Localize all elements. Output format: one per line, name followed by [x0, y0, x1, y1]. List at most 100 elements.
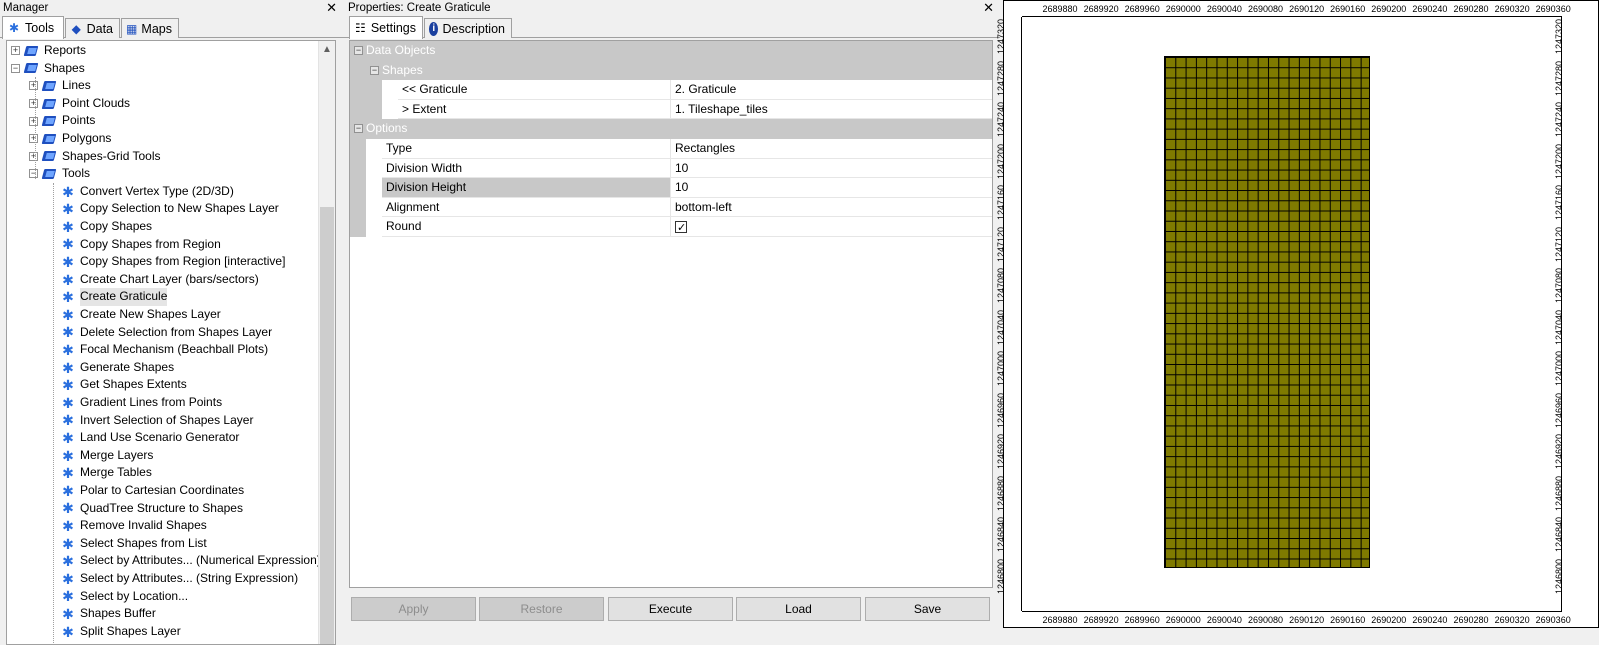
tree-item[interactable]: ✱ Split Shapes Layer — [47, 623, 181, 641]
y-tick-label: 1246960 — [996, 392, 1006, 428]
tree-item-label: Invert Selection of Shapes Layer — [80, 412, 254, 427]
expand-icon[interactable]: + — [29, 81, 38, 91]
tree-item[interactable]: ✱ Merge Tables — [47, 464, 152, 482]
close-manager-icon[interactable]: ✕ — [326, 0, 337, 16]
tab-data-label: Data — [86, 21, 113, 36]
property-row[interactable]: Division Width 10 — [350, 158, 992, 179]
tree-item[interactable]: ✱ Select by Attributes... (Numerical Expr… — [47, 552, 321, 570]
expand-icon[interactable]: + — [29, 116, 38, 126]
tree-item[interactable]: ✱ Select by Location... — [47, 588, 188, 606]
tree-item[interactable]: ✱ Polar to Cartesian Coordinates — [47, 482, 244, 500]
tree-item[interactable]: ✱ Generate Shapes — [47, 359, 174, 377]
tree-item[interactable]: + Points — [29, 112, 95, 130]
tree-item[interactable]: ✱ Copy Shapes — [47, 218, 152, 236]
apply-button[interactable]: Apply — [351, 597, 476, 621]
properties-tabs: ☷ Settings i Description — [343, 16, 1000, 39]
tree-item[interactable]: ✱ Create Graticule — [47, 288, 168, 306]
execute-button[interactable]: Execute — [608, 597, 733, 621]
x-tick-label: 2690040 — [1206, 615, 1242, 625]
tree-item[interactable]: ✱ Gradient Lines from Points — [47, 394, 222, 412]
tree-item[interactable]: ✱ Shapes Buffer — [47, 605, 156, 623]
tree-item[interactable]: − Tools — [29, 165, 90, 183]
x-tick-label: 2690040 — [1206, 4, 1242, 14]
tree-item[interactable]: + Shapes-Grid Tools — [29, 148, 161, 166]
tab-description[interactable]: i Description — [424, 18, 512, 38]
graticule-layer[interactable] — [1164, 56, 1370, 568]
tool-icon: ✱ — [62, 447, 74, 464]
property-value[interactable]: 1. Tileshape_tiles — [670, 99, 992, 120]
tree-item-label: Copy Shapes from Region [interactive] — [80, 254, 286, 269]
tree-item[interactable]: ✱ Merge Layers — [47, 447, 153, 465]
tree-item[interactable]: ✱ Create New Shapes Layer — [47, 306, 221, 324]
property-row[interactable]: Type Rectangles — [350, 139, 992, 159]
restore-button[interactable]: Restore — [479, 597, 604, 621]
property-category[interactable]: − Options — [350, 119, 992, 139]
map-canvas[interactable]: 2689880 2689920 2689960 2690000 2690040 26900… — [996, 0, 1599, 628]
tab-settings-label: Settings — [370, 21, 416, 35]
property-category[interactable]: − Shapes — [350, 60, 992, 81]
x-tick-label: 2690240 — [1412, 615, 1448, 625]
tree-item[interactable]: ✱ Delete Selection from Shapes Layer — [47, 324, 272, 342]
tree-scrollbar[interactable]: ▲ — [318, 41, 335, 644]
property-value[interactable]: 10 — [670, 158, 992, 179]
collapse-icon[interactable]: − — [29, 169, 38, 179]
property-row[interactable]: Round — [350, 217, 992, 239]
tree-item[interactable]: + Lines — [29, 77, 91, 95]
tab-maps[interactable]: ▦ Maps — [121, 18, 179, 38]
properties-title: Properties: Create Graticule — [348, 2, 491, 14]
tree-item[interactable]: ✱ Copy Shapes from Region — [47, 236, 221, 254]
expand-icon[interactable]: + — [11, 46, 20, 56]
scroll-up-icon[interactable]: ▲ — [319, 41, 335, 58]
tree-item[interactable]: ✱ QuadTree Structure to Shapes — [47, 500, 243, 518]
expand-icon[interactable]: + — [29, 151, 38, 161]
collapse-icon[interactable]: − — [354, 124, 363, 134]
grid-gutter — [350, 60, 366, 81]
y-tick-label: 1247240 — [1554, 101, 1564, 137]
tree-item[interactable]: ✱ Remove Invalid Shapes — [47, 517, 207, 535]
tree-item[interactable]: ✱ Copy Selection to New Shapes Layer — [47, 200, 279, 218]
round-checkbox[interactable] — [675, 219, 687, 239]
property-value[interactable]: 10 — [670, 178, 992, 198]
property-value[interactable]: 2. Graticule — [670, 80, 992, 100]
tree-item[interactable]: + Point Clouds — [29, 95, 130, 113]
tree-item[interactable]: ✱ Invert Selection of Shapes Layer — [47, 412, 253, 430]
collapse-icon[interactable]: − — [370, 65, 379, 75]
collapse-icon[interactable]: − — [354, 46, 363, 55]
property-row[interactable]: Division Height 10 — [350, 178, 992, 198]
tool-icon: ✱ — [62, 500, 74, 517]
tab-tools[interactable]: ✱ Tools — [2, 16, 64, 39]
property-row[interactable]: Alignment bottom-left — [350, 197, 992, 218]
property-value[interactable] — [670, 217, 992, 239]
property-row[interactable]: << Graticule 2. Graticule — [350, 80, 992, 100]
tab-data[interactable]: ◆ Data — [65, 18, 120, 38]
property-category[interactable]: − Data Objects — [350, 41, 992, 61]
property-value[interactable]: Rectangles — [670, 139, 992, 159]
close-properties-icon[interactable]: ✕ — [983, 0, 994, 16]
property-value[interactable]: bottom-left — [670, 197, 992, 218]
tree-item[interactable]: ✱ Get Shapes Extents — [47, 376, 187, 394]
book-icon — [42, 80, 58, 92]
collapse-icon[interactable]: − — [11, 63, 20, 73]
load-button[interactable]: Load — [736, 597, 861, 621]
tool-tree[interactable]: + Reports − Shapes + Lines + Point Clouds + Point… — [6, 40, 336, 645]
tree-item[interactable]: + Polygons — [29, 130, 111, 148]
expand-icon[interactable]: + — [29, 134, 38, 144]
tree-item[interactable]: ✱ Create Chart Layer (bars/sectors) — [47, 271, 259, 289]
x-tick-label: 2690280 — [1453, 4, 1489, 14]
tab-settings[interactable]: ☷ Settings — [349, 16, 423, 39]
tree-item[interactable]: ✱ Copy Shapes from Region [interactive] — [47, 253, 285, 271]
tree-item[interactable]: ✱ Focal Mechanism (Beachball Plots) — [47, 341, 268, 359]
book-icon — [24, 62, 40, 74]
tree-item[interactable]: ✱ Select by Attributes... (String Express… — [47, 570, 298, 588]
property-row[interactable]: > Extent 1. Tileshape_tiles — [350, 99, 992, 120]
save-button[interactable]: Save — [865, 597, 990, 621]
map-horizontal-scrollbar[interactable] — [1003, 628, 1599, 645]
tree-item[interactable]: ✱ Select Shapes from List — [47, 535, 207, 553]
x-tick-label: 2690000 — [1165, 615, 1201, 625]
tree-item[interactable]: ✱ Convert Vertex Type (2D/3D) — [47, 183, 234, 201]
tree-item[interactable]: + Reports — [11, 42, 86, 60]
tree-item[interactable]: − Shapes — [11, 60, 85, 78]
scroll-thumb[interactable] — [320, 207, 334, 644]
expand-icon[interactable]: + — [29, 99, 38, 109]
tree-item[interactable]: ✱ Land Use Scenario Generator — [47, 429, 239, 447]
